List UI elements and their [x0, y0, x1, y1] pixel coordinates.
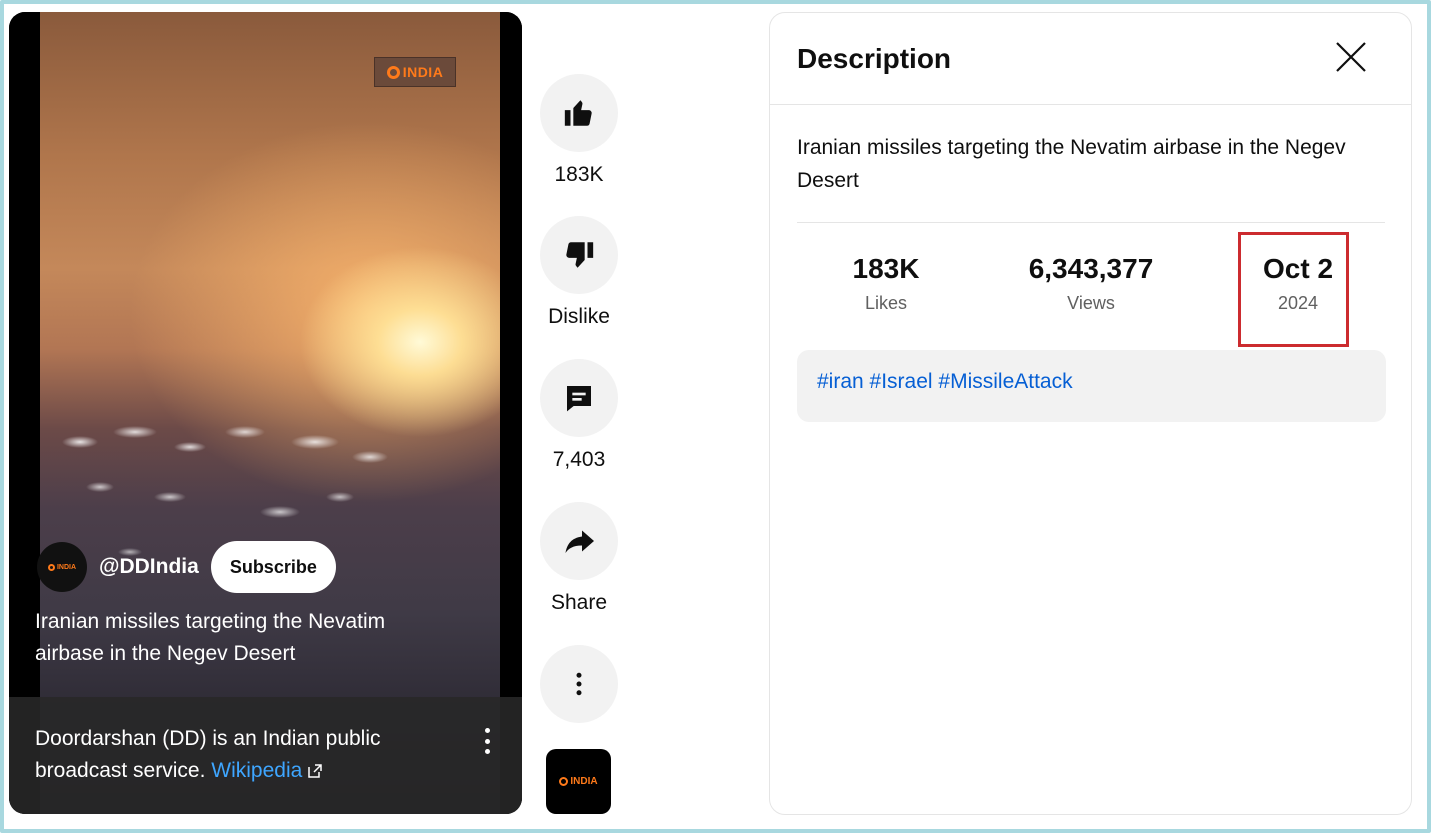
more-action: [538, 645, 620, 723]
channel-avatar[interactable]: INDIA: [37, 542, 87, 592]
likes-value: 183K: [852, 253, 920, 284]
video-player[interactable]: INDIA INDIA @DDIndia Subscribe Iranian m…: [9, 12, 522, 814]
external-link-icon[interactable]: [308, 764, 323, 778]
share-icon: [565, 530, 594, 553]
like-button[interactable]: [540, 74, 618, 152]
dislike-label: Dislike: [548, 305, 610, 328]
comment-icon: [567, 386, 591, 412]
description-header: Description: [770, 13, 1411, 105]
comment-count: 7,403: [552, 448, 606, 471]
dislike-action: Dislike: [538, 216, 620, 329]
share-button[interactable]: [540, 502, 618, 580]
comment-button[interactable]: [540, 359, 618, 437]
hashtags[interactable]: #iran #Israel #MissileAttack: [797, 350, 1386, 422]
avatar-text: INDIA: [56, 563, 77, 571]
divider: [797, 222, 1385, 223]
wikipedia-link[interactable]: Wikipedia: [211, 759, 302, 782]
letterbox-right: [500, 12, 522, 814]
thumbs-up-icon: [564, 100, 592, 126]
close-button[interactable]: [1331, 37, 1371, 77]
video-caption[interactable]: Iranian missiles targeting the Nevatim a…: [35, 606, 455, 670]
channel-watermark: INDIA: [374, 57, 456, 87]
likes-label: Likes: [864, 293, 908, 313]
dd-logo-icon: [47, 563, 55, 571]
likes-stat: 183K Likes: [826, 253, 946, 314]
watermark-text: INDIA: [402, 64, 444, 80]
letterbox-left: [9, 12, 40, 814]
views-label: Views: [1067, 293, 1115, 313]
thumbs-down-icon: [566, 242, 594, 268]
description-text: Iranian missiles targeting the Nevatim a…: [797, 136, 1346, 192]
description-title: Description: [797, 43, 952, 74]
like-action: 183K: [538, 74, 620, 187]
channel-row: INDIA @DDIndia Subscribe: [37, 541, 336, 593]
subscribe-button[interactable]: Subscribe: [210, 541, 336, 593]
share-label: Share: [550, 591, 608, 614]
dd-logo-icon: [559, 777, 569, 786]
info-panel-text: Doordarshan (DD) is an Indian public bro…: [35, 723, 455, 787]
dd-logo-icon: [386, 65, 400, 79]
more-vert-icon: [576, 672, 582, 696]
views-stat: 6,343,377 Views: [1006, 253, 1176, 314]
share-action: Share: [538, 502, 620, 615]
date-highlight-box: [1238, 232, 1349, 347]
close-icon: [1336, 42, 1366, 72]
description-panel: Description Iranian missiles targeting t…: [769, 12, 1412, 815]
mini-logo-text: INDIA: [570, 776, 598, 787]
more-options-button[interactable]: [540, 645, 618, 723]
more-vert-icon[interactable]: [477, 726, 497, 756]
like-count: 183K: [554, 163, 604, 186]
info-text: Doordarshan (DD) is an Indian public bro…: [35, 727, 381, 782]
dislike-button[interactable]: [540, 216, 618, 294]
channel-mini-logo[interactable]: INDIA: [546, 749, 611, 814]
views-value: 6,343,377: [1028, 253, 1154, 284]
comment-action: 7,403: [538, 359, 620, 472]
channel-handle[interactable]: @DDIndia: [99, 555, 199, 579]
